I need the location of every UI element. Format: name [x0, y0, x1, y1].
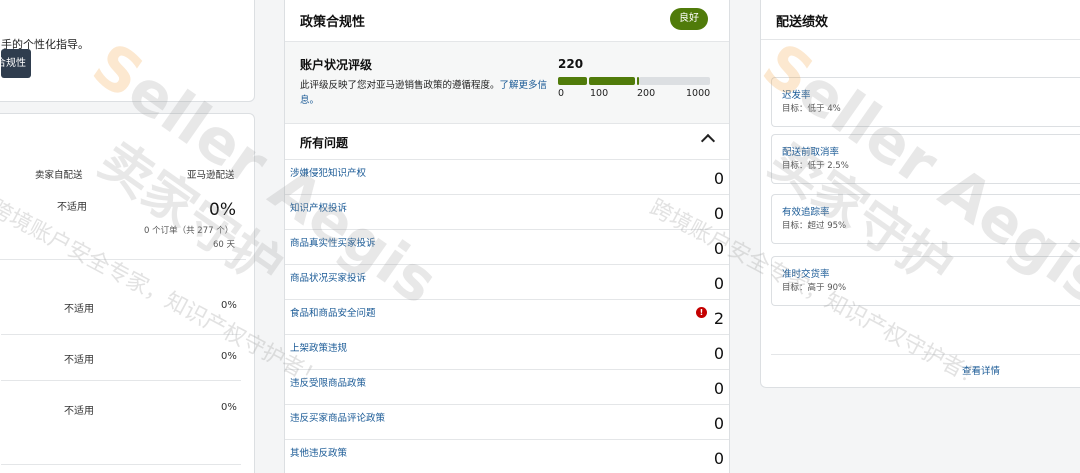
issue-count: 2 [713, 309, 724, 328]
issue-count: 0 [713, 379, 724, 398]
rating-bar-segment [639, 77, 710, 85]
rating-score: 220 [558, 57, 584, 71]
view-details-link[interactable]: 查看详情 [962, 363, 1000, 377]
row1-seller: 不适用 [64, 304, 94, 315]
summary-seller-value: 不适用 [57, 202, 87, 213]
metric-target: 目标：低于 2.5% [782, 161, 849, 171]
issue-count: 0 [713, 204, 724, 223]
issue-label[interactable]: 涉嫌侵犯知识产权 [290, 165, 366, 179]
metric-on-time-delivery[interactable]: 准时交货率 目标：高于 90% [771, 256, 1080, 306]
issue-label[interactable]: 违反受限商品政策 [290, 375, 366, 389]
row3-amazon: 0% [221, 402, 237, 413]
issue-label[interactable]: 商品真实性买家投诉 [290, 235, 376, 249]
column-header-amazon: 亚马逊配送 [187, 170, 235, 181]
rating-tick: 1000 [686, 88, 711, 99]
issue-count: 0 [713, 169, 724, 188]
rating-tick: 0 [558, 88, 565, 99]
status-badge: 良好 [670, 8, 708, 30]
issue-count: 0 [713, 414, 724, 433]
metric-target: 目标：高于 90% [782, 283, 847, 293]
alert-icon: ! [696, 307, 707, 318]
shipping-title: 配送绩效 [776, 15, 829, 30]
issue-count: 0 [713, 239, 724, 258]
issue-row[interactable]: 上架政策违规 0 [285, 334, 729, 369]
metric-label[interactable]: 迟发率 [782, 87, 811, 101]
rating-bar-segment [558, 77, 587, 85]
policy-compliance-card: 政策合规性 良好 账户状况评级 此评级反映了您对亚马逊销售政策的遵循程度。了解更… [284, 0, 730, 473]
metric-target: 目标：超过 95% [782, 221, 847, 231]
issue-label[interactable]: 商品状况买家投诉 [290, 270, 366, 284]
issue-label[interactable]: 违反买家商品评论政策 [290, 410, 385, 424]
issue-count: 0 [713, 449, 724, 468]
account-health-rating: 账户状况评级 此评级反映了您对亚马逊销售政策的遵循程度。了解更多信息。 220 … [285, 41, 729, 124]
guidance-card: 手的个性化指导。 合规性 [0, 0, 255, 102]
row2-seller: 不适用 [64, 355, 94, 366]
chevron-up-icon[interactable] [700, 133, 716, 149]
issue-row[interactable]: 知识产权投诉 0 [285, 194, 729, 229]
row1-amazon: 0% [221, 300, 237, 311]
issue-row[interactable]: 涉嫌侵犯知识产权 0 [285, 159, 729, 194]
rating-bar [558, 77, 710, 85]
column-header-seller: 卖家自配送 [35, 170, 83, 181]
issue-label[interactable]: 食品和商品安全问题 [290, 305, 376, 319]
policy-title: 政策合规性 [300, 15, 366, 30]
issue-row[interactable]: 食品和商品安全问题 ! 2 [285, 299, 729, 334]
rating-tick: 200 [637, 88, 656, 99]
all-issues-title: 所有问题 [300, 136, 349, 150]
rating-bar-segment [589, 77, 635, 85]
shipping-performance-card: 配送绩效 迟发率 目标：低于 4% 配送前取消率 目标：低于 2.5% 有效追踪… [760, 0, 1080, 388]
metric-valid-tracking[interactable]: 有效追踪率 目标：超过 95% [771, 194, 1080, 244]
issue-row[interactable]: 其他违反政策 0 [285, 439, 729, 473]
row3-seller: 不适用 [64, 406, 94, 417]
summary-days: 60 天 [213, 240, 236, 250]
metric-label[interactable]: 配送前取消率 [782, 144, 839, 158]
issue-row[interactable]: 商品真实性买家投诉 0 [285, 229, 729, 264]
issue-row[interactable]: 商品状况买家投诉 0 [285, 264, 729, 299]
rating-title: 账户状况评级 [300, 58, 373, 72]
issue-count: 0 [713, 274, 724, 293]
summary-amazon-percent: 0% [209, 200, 236, 220]
issue-row[interactable]: 违反买家商品评论政策 0 [285, 404, 729, 439]
metric-late-shipment[interactable]: 迟发率 目标：低于 4% [771, 77, 1080, 127]
metric-target: 目标：低于 4% [782, 104, 841, 114]
metric-cancel-rate[interactable]: 配送前取消率 目标：低于 2.5% [771, 134, 1080, 184]
rating-tick: 100 [590, 88, 609, 99]
issue-label[interactable]: 上架政策违规 [290, 340, 347, 354]
issue-label[interactable]: 其他违反政策 [290, 445, 347, 459]
order-metrics-card: 卖家自配送 亚马逊配送 不适用 0% 0 个订单（共 277 个） 60 天 不… [0, 113, 255, 473]
summary-orders-note: 0 个订单（共 277 个） [144, 226, 234, 236]
rating-description: 此评级反映了您对亚马逊销售政策的遵循程度。了解更多信息。 [300, 80, 548, 106]
issue-row[interactable]: 违反受限商品政策 0 [285, 369, 729, 404]
compliance-button[interactable]: 合规性 [1, 49, 31, 78]
issue-label[interactable]: 知识产权投诉 [290, 200, 347, 214]
row2-amazon: 0% [221, 351, 237, 362]
metric-label[interactable]: 有效追踪率 [782, 204, 830, 218]
metric-label[interactable]: 准时交货率 [782, 266, 830, 280]
issue-count: 0 [713, 344, 724, 363]
